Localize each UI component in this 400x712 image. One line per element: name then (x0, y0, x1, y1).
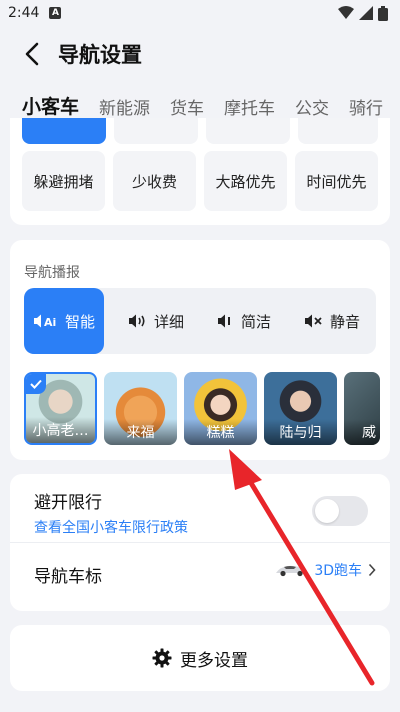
voice-avatar-laifu[interactable]: 来福 (104, 372, 177, 445)
signal-icon (359, 6, 373, 20)
svg-text:Ai: Ai (44, 316, 56, 329)
voice-name: 陆与归 (264, 419, 337, 445)
car-icon-title: 导航车标 (34, 567, 102, 587)
car-icon-value: 3D跑车 (314, 563, 362, 579)
voice-avatar-gaogao[interactable]: 糕糕 (184, 372, 257, 445)
route-preference-card: 躲避拥堵 少收费 大路优先 时间优先 (10, 118, 390, 225)
tab-bus[interactable]: 公交 (295, 84, 329, 119)
voice-mode-selector: Ai 智能 详细 简洁 静音 (24, 288, 376, 354)
route-less-toll-button[interactable]: 少收费 (113, 151, 196, 211)
more-settings-button[interactable]: 更多设置 (10, 625, 390, 691)
tab-truck[interactable]: 货车 (170, 84, 204, 119)
notification-a-icon: A (49, 7, 62, 19)
voice-avatar-luyugui[interactable]: 陆与归 (264, 372, 337, 445)
route-avoid-congestion-button[interactable]: 躲避拥堵 (22, 151, 105, 211)
voice-name: 糕糕 (184, 419, 257, 445)
route-options-row: 躲避拥堵 少收费 大路优先 时间优先 (22, 151, 378, 211)
back-button[interactable] (12, 32, 52, 76)
tab-car[interactable]: 小客车 (22, 84, 79, 119)
sports-car-icon (276, 565, 307, 577)
route-option[interactable] (114, 118, 199, 144)
page-title: 导航设置 (58, 43, 142, 67)
restriction-policy-link[interactable]: 查看全国小客车限行政策 (34, 517, 188, 537)
voice-name: 威 (344, 419, 380, 445)
status-bar: 2:44 A (0, 0, 400, 26)
voice-broadcast-card: 导航播报 Ai 智能 详细 简洁 静音 小高老… 来福 糕糕 陆与归 威 (10, 240, 390, 460)
speaker-ai-icon: Ai (33, 314, 56, 329)
voice-name: 小高老… (26, 417, 95, 443)
restriction-row: 避开限行 查看全国小客车限行政策 (34, 488, 188, 537)
voice-mode-detailed[interactable]: 详细 (112, 288, 200, 354)
car-icon-selector[interactable]: 3D跑车 (274, 560, 376, 580)
tab-cycling[interactable]: 骑行 (349, 84, 383, 119)
restriction-toggle[interactable] (312, 496, 368, 526)
speaker-loud-icon (128, 314, 145, 328)
speaker-low-icon (217, 314, 230, 328)
voice-character-list: 小高老… 来福 糕糕 陆与归 威 (24, 372, 390, 447)
route-fastest-button[interactable]: 时间优先 (295, 151, 378, 211)
route-main-road-button[interactable]: 大路优先 (204, 151, 287, 211)
checkmark-icon (26, 374, 46, 394)
restriction-title: 避开限行 (34, 493, 102, 513)
tab-new-energy[interactable]: 新能源 (99, 84, 150, 119)
voice-mode-mute[interactable]: 静音 (288, 288, 376, 354)
more-settings-label: 更多设置 (180, 650, 248, 671)
voice-avatar-wei[interactable]: 威 (344, 372, 380, 445)
voice-name: 来福 (104, 419, 177, 445)
chevron-right-icon (368, 563, 376, 577)
gear-icon (152, 648, 172, 668)
section-label-voice: 导航播报 (24, 265, 80, 281)
route-options-top-row (22, 118, 378, 144)
battery-icon (378, 5, 388, 21)
route-option-selected[interactable] (22, 118, 107, 144)
route-option[interactable] (298, 118, 378, 144)
voice-avatar-xiaogao[interactable]: 小高老… (24, 372, 97, 445)
speaker-mute-icon (304, 314, 322, 328)
status-time: 2:44 (8, 5, 40, 21)
tab-motorcycle[interactable]: 摩托车 (224, 84, 275, 119)
divider (10, 542, 390, 543)
toggle-knob (315, 499, 339, 523)
route-option[interactable] (206, 118, 291, 144)
voice-mode-concise[interactable]: 简洁 (200, 288, 288, 354)
wifi-icon (338, 6, 354, 19)
settings-card: 避开限行 查看全国小客车限行政策 导航车标 3D跑车 (10, 474, 390, 611)
header: 导航设置 (0, 32, 400, 76)
voice-mode-smart[interactable]: Ai 智能 (24, 288, 104, 354)
back-arrow-icon (25, 42, 39, 66)
